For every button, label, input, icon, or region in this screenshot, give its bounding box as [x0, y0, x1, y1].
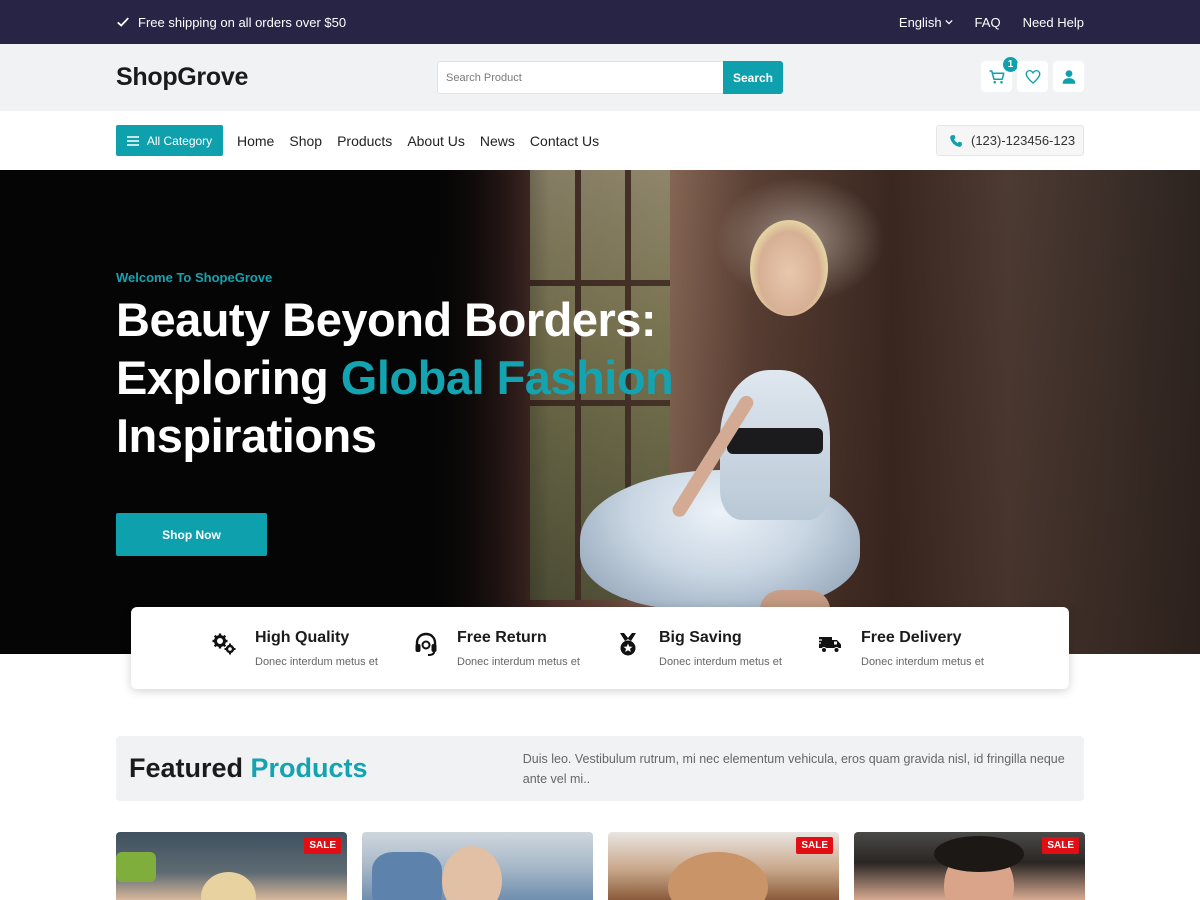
sale-badge: SALE [304, 837, 341, 854]
sale-badge: SALE [1042, 837, 1079, 854]
faq-link[interactable]: FAQ [975, 15, 1001, 30]
featured-title-accent: Products [250, 753, 368, 783]
medal-icon [620, 632, 636, 655]
feature-high-quality: High Quality Donec interdum metus et [211, 629, 413, 668]
features-strip: High Quality Donec interdum metus et Fre… [131, 607, 1069, 689]
nav-item-contact[interactable]: Contact Us [530, 133, 599, 149]
check-icon [117, 17, 129, 27]
search-input[interactable] [437, 61, 723, 94]
sale-badge: SALE [796, 837, 833, 854]
account-button[interactable] [1053, 61, 1084, 92]
need-help-link[interactable]: Need Help [1023, 15, 1084, 30]
nav-item-news[interactable]: News [480, 133, 515, 149]
language-label: English [898, 14, 942, 30]
hero-headline-line2: Exploring [116, 351, 341, 404]
hero-welcome: Welcome To ShopeGrove [116, 270, 273, 285]
phone-contact[interactable]: (123)-123456-123 [936, 125, 1084, 156]
phone-number: (123)-123456-123 [971, 133, 1076, 148]
nav-item-about[interactable]: About Us [407, 133, 465, 149]
phone-icon [950, 134, 962, 147]
feature-free-delivery: Free Delivery Donec interdum metus et [817, 629, 1019, 668]
feature-title: Big Saving [659, 628, 742, 646]
cart-button[interactable]: 1 [981, 57, 1018, 92]
hero-headline: Beauty Beyond Borders: Exploring Global … [116, 291, 674, 465]
feature-title: High Quality [255, 628, 350, 646]
nav-item-home[interactable]: Home [237, 133, 274, 149]
featured-products-header: Featured Products Duis leo. Vestibulum r… [116, 736, 1084, 801]
gears-icon [212, 633, 236, 654]
nav-item-products[interactable]: Products [337, 133, 392, 149]
wishlist-button[interactable] [1017, 61, 1048, 92]
user-icon [1062, 69, 1075, 84]
truck-icon [817, 636, 841, 653]
feature-subtitle: Donec interdum metus et [861, 655, 984, 668]
feature-subtitle: Donec interdum metus et [457, 655, 580, 668]
site-logo[interactable]: ShopGrove [116, 63, 248, 92]
cart-icon [989, 69, 1004, 84]
nav-item-shop[interactable]: Shop [289, 133, 322, 149]
feature-free-return: Free Return Donec interdum metus et [413, 629, 615, 668]
headset-icon [415, 632, 437, 656]
featured-title: Featured Products [129, 753, 523, 784]
feature-big-saving: Big Saving Donec interdum metus et [615, 629, 817, 668]
featured-description: Duis leo. Vestibulum rutrum, mi nec elem… [522, 751, 1065, 786]
header: ShopGrove Search 1 [0, 44, 1200, 111]
feature-subtitle: Donec interdum metus et [255, 655, 378, 668]
chevron-down-icon [944, 19, 953, 25]
product-card[interactable] [362, 832, 593, 900]
shipping-text: Free shipping on all orders over $50 [138, 14, 347, 30]
hero-headline-accent: Global Fashion [340, 351, 674, 404]
product-card[interactable]: SALE [854, 832, 1085, 900]
top-bar: Free shipping on all orders over $50 Eng… [0, 0, 1200, 44]
hero-headline-line3: Inspirations [116, 409, 377, 462]
hero-banner: Welcome To ShopeGrove Beauty Beyond Bord… [0, 170, 1200, 654]
all-category-label: All Category [146, 133, 213, 148]
feature-title: Free Return [457, 628, 547, 646]
search-button[interactable]: Search [723, 61, 783, 94]
product-grid: SALE SALE SALE [116, 832, 1085, 900]
product-card[interactable]: SALE [116, 832, 347, 900]
main-nav: All Category Home Shop Products About Us… [0, 111, 1200, 170]
feature-title: Free Delivery [861, 628, 962, 646]
shop-now-button[interactable]: Shop Now [116, 513, 267, 556]
heart-icon [1025, 69, 1040, 84]
featured-title-plain: Featured [129, 753, 251, 783]
language-selector[interactable]: English [899, 15, 953, 30]
shipping-notice: Free shipping on all orders over $50 [116, 15, 346, 30]
all-category-button[interactable]: All Category [116, 125, 223, 156]
menu-icon [126, 135, 139, 146]
feature-subtitle: Donec interdum metus et [659, 655, 782, 668]
product-card[interactable]: SALE [608, 832, 839, 900]
search-bar: Search [437, 61, 783, 94]
nav-menu: Home Shop Products About Us News Contact… [237, 133, 599, 149]
cart-count-badge: 1 [1003, 57, 1018, 72]
hero-headline-line1: Beauty Beyond Borders: [116, 293, 657, 346]
